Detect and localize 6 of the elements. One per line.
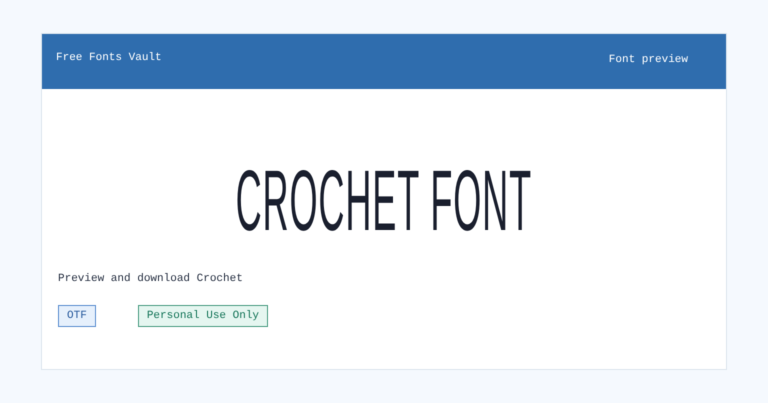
nav-label: Font preview	[608, 53, 688, 68]
license-tag: Personal Use Only	[138, 305, 268, 327]
description: Preview and download Crochet	[58, 273, 244, 285]
site-name: Free Fonts Vault	[56, 52, 162, 66]
font-sample: CROCHET FONT	[236, 165, 532, 237]
format-tag: OTF	[58, 305, 96, 327]
